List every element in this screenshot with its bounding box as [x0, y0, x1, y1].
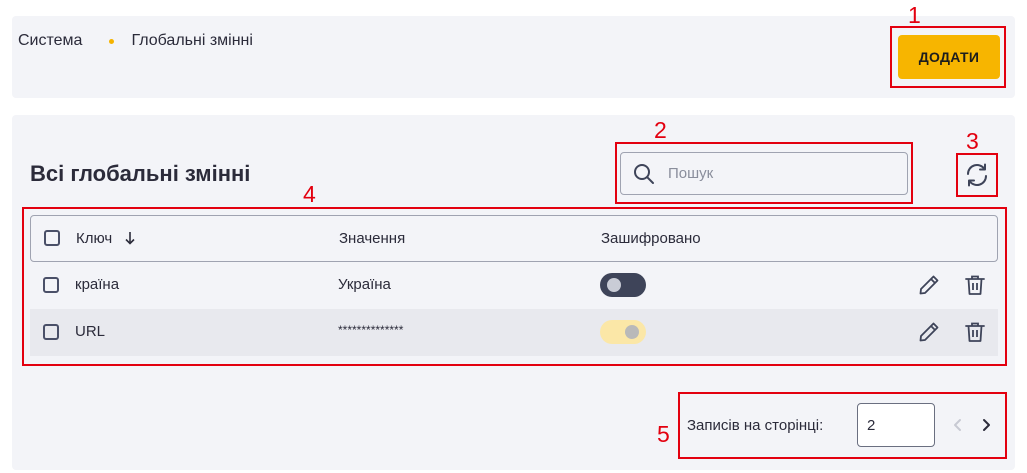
annotation-number-5: 5	[657, 421, 670, 447]
annotation-number-3: 3	[966, 128, 979, 154]
annotation-box-3	[956, 153, 998, 197]
annotation-box-5	[678, 392, 1007, 459]
annotation-number-4: 4	[303, 181, 316, 207]
annotation-box-1	[890, 26, 1006, 88]
annotation-number-1: 1	[908, 2, 921, 28]
breadcrumb-item-global-variables: Глобальні змінні	[131, 32, 253, 49]
header-bar	[12, 16, 1015, 98]
annotation-number-2: 2	[654, 117, 667, 143]
page-title: Всі глобальні змінні	[30, 161, 251, 186]
breadcrumb-separator-dot	[109, 38, 115, 44]
breadcrumb-item-system[interactable]: Система	[18, 32, 82, 50]
annotation-box-2	[615, 142, 913, 204]
breadcrumb: Система Глобальні змінні	[18, 32, 253, 50]
annotation-box-4	[22, 207, 1007, 366]
